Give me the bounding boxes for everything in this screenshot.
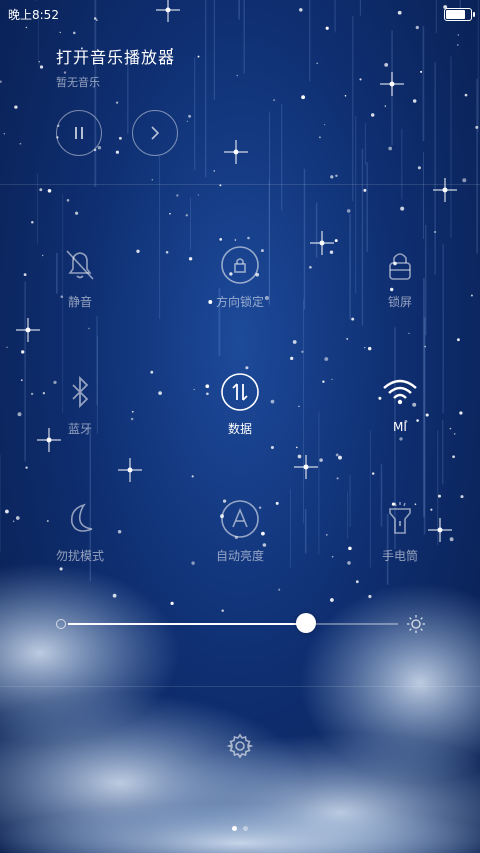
toggle-label: 蓝牙	[67, 422, 92, 436]
toggle-bell-off[interactable]: 静音	[20, 243, 140, 310]
bell-off-icon	[58, 243, 102, 287]
music-title[interactable]: 打开音乐播放器	[56, 44, 175, 68]
wifi-icon	[378, 370, 422, 414]
divider	[0, 686, 480, 687]
brightness-slider[interactable]	[56, 612, 426, 636]
page-dot	[243, 826, 248, 831]
page-dot	[232, 826, 237, 831]
sun-icon	[407, 615, 425, 633]
toggle-moon[interactable]: 勿扰模式	[20, 497, 140, 564]
auto-brightness-icon	[218, 497, 262, 541]
rotation-lock-icon	[218, 243, 262, 287]
toggle-label: 手电筒	[381, 549, 418, 563]
toggle-bluetooth[interactable]: 蓝牙	[20, 370, 140, 437]
page-indicator	[0, 816, 480, 835]
toggle-auto-brightness[interactable]: 自动亮度	[180, 497, 300, 564]
brightness-min-icon	[56, 619, 66, 629]
divider	[0, 184, 480, 185]
battery-icon	[444, 8, 475, 21]
pause-button[interactable]	[56, 110, 102, 156]
toggle-label: MI	[393, 420, 407, 434]
toggle-label: 锁屏	[387, 295, 412, 309]
pause-icon	[75, 127, 83, 139]
toggle-lock[interactable]: 锁屏	[340, 243, 460, 310]
toggle-rotation-lock[interactable]: 方向锁定	[180, 243, 300, 310]
next-button[interactable]	[132, 110, 178, 156]
toggle-label: 勿扰模式	[55, 549, 104, 563]
toggle-label: 静音	[67, 295, 92, 309]
toggle-mobile-data[interactable]: 数据	[180, 370, 300, 437]
settings-gear-icon[interactable]	[226, 732, 254, 760]
music-subtitle: 暂无音乐	[56, 76, 100, 89]
toggle-label: 数据	[227, 422, 252, 436]
slider-knob[interactable]	[295, 613, 316, 633]
lock-icon	[378, 243, 422, 287]
music-widget[interactable]: 打开音乐播放器 暂无音乐	[56, 44, 175, 90]
cloud-layer	[0, 563, 480, 853]
toggle-label: 方向锁定	[215, 295, 264, 309]
toggle-label: 自动亮度	[215, 549, 264, 563]
mobile-data-icon	[218, 370, 262, 414]
slider-fill	[68, 623, 306, 625]
chevron-right-icon	[151, 126, 160, 140]
bluetooth-icon	[58, 370, 102, 414]
status-bar: 晚上8:52	[0, 0, 480, 28]
toggle-flashlight[interactable]: 手电筒	[340, 497, 460, 564]
moon-icon	[58, 497, 102, 541]
flashlight-icon	[378, 497, 422, 541]
status-time: 晚上8:52	[8, 8, 59, 22]
toggle-wifi[interactable]: MI	[340, 370, 460, 434]
